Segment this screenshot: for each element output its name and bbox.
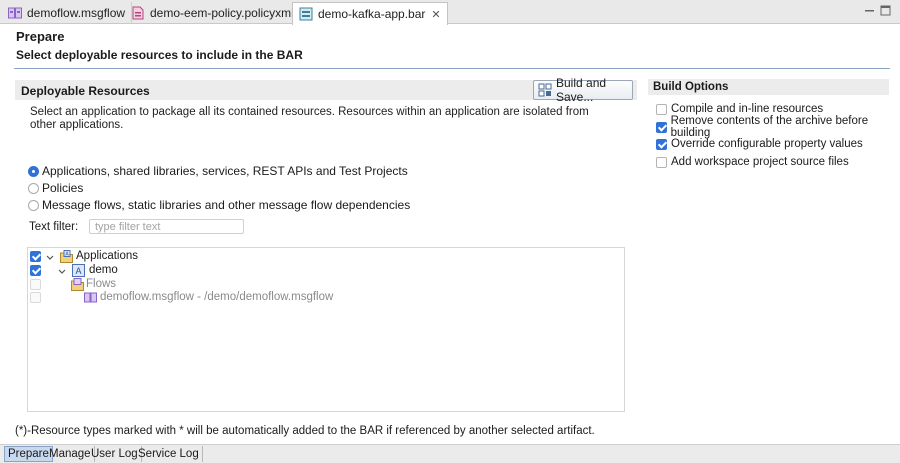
page-title: Prepare xyxy=(16,29,65,44)
option-label: Remove contents of the archive before bu… xyxy=(670,115,869,139)
section-title: Build Options xyxy=(653,81,729,93)
tab-user-log[interactable]: User Log xyxy=(88,446,142,462)
svg-text:A: A xyxy=(75,266,81,276)
build-icon xyxy=(538,83,552,97)
tree-checkbox xyxy=(30,279,41,290)
section-title: Deployable Resources xyxy=(21,84,150,98)
option-label: Add workspace project source files xyxy=(671,156,849,168)
tree-label: demoflow.msgflow - /demo/demoflow.msgflo… xyxy=(100,291,334,303)
text-filter-input[interactable] xyxy=(89,219,244,234)
maximize-icon[interactable] xyxy=(880,5,891,16)
text-filter-label: Text filter: xyxy=(29,221,79,233)
radio-button[interactable] xyxy=(28,199,39,211)
tree-label: demo xyxy=(89,264,118,276)
tree-label: Flows xyxy=(86,278,117,290)
tree-row-demoflow: demoflow.msgflow - /demo/demoflow.msgflo… xyxy=(28,291,624,305)
tree-row-applications[interactable]: A Applications xyxy=(28,250,624,264)
tab-demo-kafka-app-bar[interactable]: demo-kafka-app.bar ✕ xyxy=(292,2,448,25)
build-and-save-button[interactable]: Build and Save... xyxy=(533,76,633,104)
radio-label: Applications, shared libraries, services… xyxy=(42,164,408,178)
radio-button[interactable] xyxy=(28,165,39,177)
tab-service-log[interactable]: Service Log xyxy=(135,446,203,462)
option-checkbox[interactable] xyxy=(656,121,667,133)
policy-icon xyxy=(131,6,145,20)
bottom-tab-bar: Prepare Manage User Log Service Log xyxy=(0,444,900,463)
deployable-description: Select an application to package all its… xyxy=(30,106,589,131)
tree-label: Applications xyxy=(76,250,139,262)
build-button-label: Build and Save... xyxy=(556,76,607,104)
close-icon[interactable]: ✕ xyxy=(431,8,440,21)
minimize-icon[interactable] xyxy=(864,5,875,16)
option-override-properties[interactable]: Override configurable property values xyxy=(656,137,863,151)
chevron-down-icon[interactable] xyxy=(46,253,54,261)
option-label: Override configurable property values xyxy=(671,138,863,150)
bar-file-icon xyxy=(299,7,313,21)
application-icon: A xyxy=(72,264,85,277)
radio-button[interactable] xyxy=(28,182,39,194)
header-separator xyxy=(14,68,890,69)
tab-label: demo-kafka-app.bar xyxy=(318,7,426,21)
chevron-down-icon[interactable] xyxy=(58,267,66,275)
option-remove-contents[interactable]: Remove contents of the archive before bu… xyxy=(656,115,900,139)
option-checkbox[interactable] xyxy=(656,138,667,150)
tab-label: demo-eem-policy.policyxml xyxy=(150,6,294,20)
option-compile-inline[interactable]: Compile and in-line resources xyxy=(656,102,823,116)
option-checkbox[interactable] xyxy=(656,156,667,168)
tab-demoflow-msgflow[interactable]: demoflow.msgflow xyxy=(2,2,133,24)
tree-row-demo[interactable]: A demo xyxy=(28,264,624,278)
build-options-header: Build Options xyxy=(648,79,889,95)
msgflow-icon xyxy=(84,291,97,304)
tab-demo-eem-policy[interactable]: demo-eem-policy.policyxml xyxy=(125,2,301,24)
editor-tab-bar: demoflow.msgflow demo-eem-policy.policyx… xyxy=(0,0,900,25)
option-label: Compile and in-line resources xyxy=(671,103,824,115)
tree-checkbox xyxy=(30,292,41,303)
resource-tree[interactable]: A Applications A demo Flows demoflow.msg… xyxy=(27,247,625,412)
msgflow-icon xyxy=(8,6,22,20)
radio-applications[interactable]: Applications, shared libraries, services… xyxy=(28,164,408,178)
radio-policies[interactable]: Policies xyxy=(28,181,83,195)
option-add-source-files[interactable]: Add workspace project source files xyxy=(656,155,849,169)
tree-checkbox[interactable] xyxy=(30,251,41,262)
tree-row-flows: Flows xyxy=(28,278,624,292)
footnote: (*)-Resource types marked with * will be… xyxy=(15,425,595,437)
tab-label: demoflow.msgflow xyxy=(27,6,126,20)
radio-label: Message flows, static libraries and othe… xyxy=(42,198,411,212)
tree-checkbox[interactable] xyxy=(30,265,41,276)
page-subtitle: Select deployable resources to include i… xyxy=(16,48,303,62)
flows-folder-icon xyxy=(71,278,84,291)
applications-folder-icon: A xyxy=(60,250,73,263)
radio-label: Policies xyxy=(42,181,84,195)
option-checkbox[interactable] xyxy=(656,103,667,115)
radio-message-flows[interactable]: Message flows, static libraries and othe… xyxy=(28,198,410,212)
